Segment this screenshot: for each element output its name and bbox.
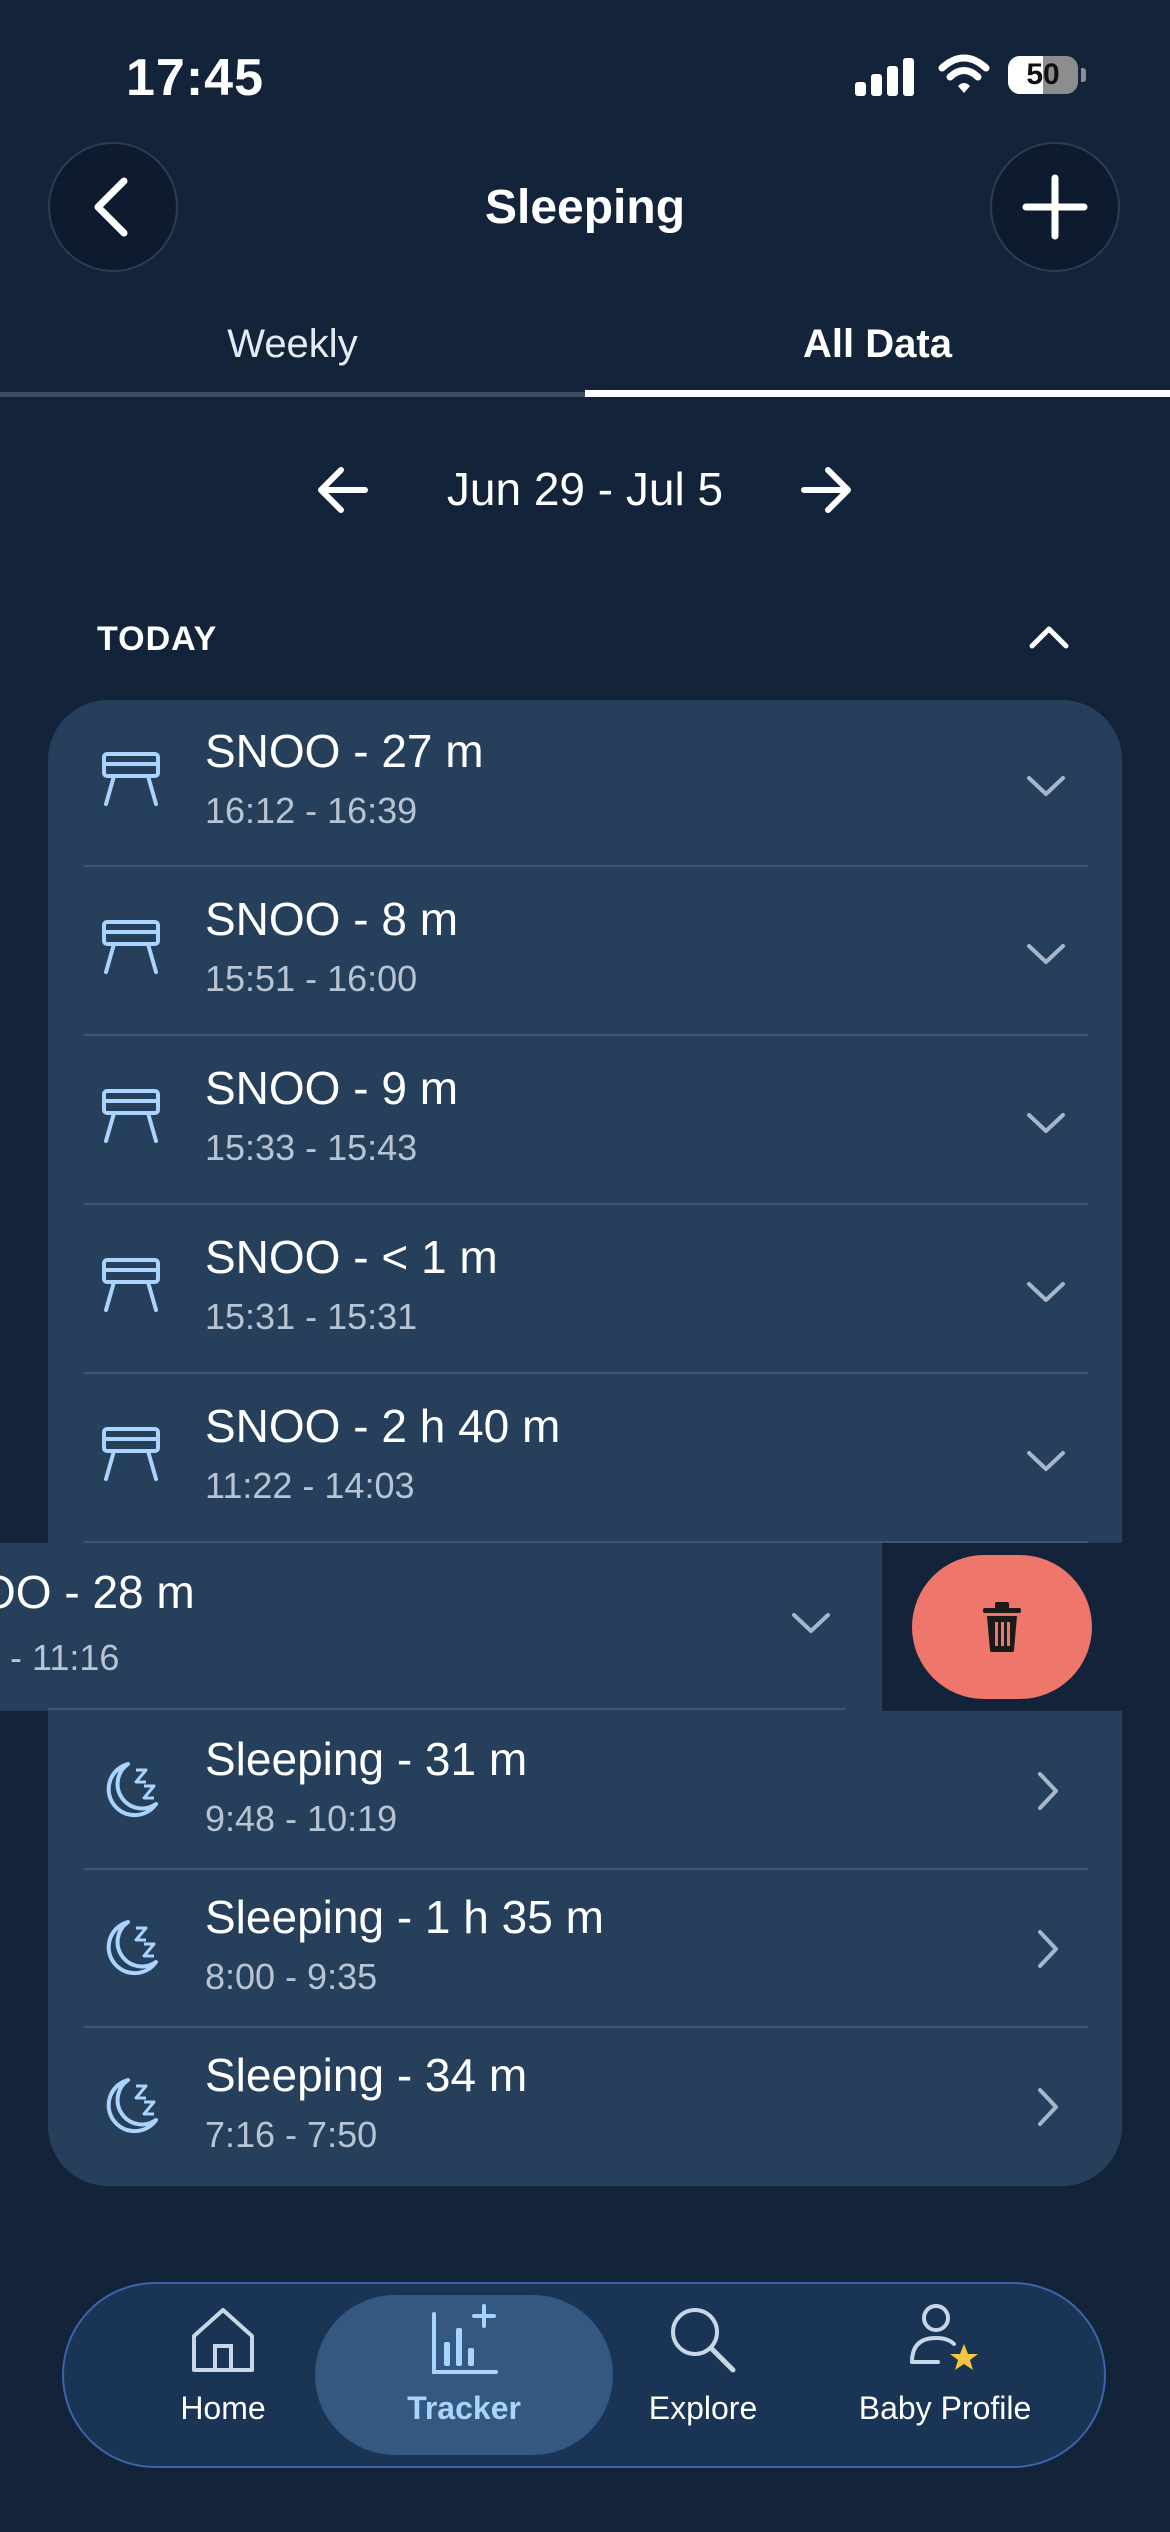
snoo-bassinet-icon xyxy=(102,1427,160,1481)
snoo-bassinet-icon xyxy=(102,1089,160,1143)
list-item[interactable]: SNOO - 9 m 15:33 - 15:43 xyxy=(48,1037,1122,1205)
list-item[interactable]: SNOO - 2 h 40 m 11:22 - 14:03 xyxy=(48,1375,1122,1543)
snoo-bassinet-icon xyxy=(102,752,160,806)
entry-title: SNOO - 8 m xyxy=(205,893,459,945)
divider xyxy=(84,1372,1088,1374)
status-time: 17:45 xyxy=(126,49,264,107)
nav-explore[interactable]: Explore xyxy=(578,2300,828,2427)
nav-label: Baby Profile xyxy=(858,2390,1032,2426)
battery-percent: 50 xyxy=(1026,58,1060,91)
entry-title: SNOO - 2 h 40 m xyxy=(205,1400,561,1452)
tab-all-data[interactable]: All Data xyxy=(585,322,1170,367)
list-item[interactable]: SNOO - < 1 m 15:31 - 15:31 xyxy=(48,1206,1122,1374)
moon-zzz-icon xyxy=(106,2078,158,2134)
entry-title: Sleeping - 31 m xyxy=(205,1733,528,1785)
next-week-button[interactable] xyxy=(798,462,854,523)
entry-time: 11:22 - 14:03 xyxy=(205,1465,415,1506)
tab-active-indicator xyxy=(585,390,1170,397)
divider xyxy=(84,1203,1088,1205)
nav-label: Tracker xyxy=(407,2390,521,2426)
chevron-right-icon[interactable] xyxy=(1036,2086,1060,2128)
entry-time: 15:31 - 15:31 xyxy=(205,1296,418,1337)
delete-action-area xyxy=(882,1543,1122,1711)
trash-icon xyxy=(983,1602,1021,1652)
swiped-item-content[interactable]: OO - 28 m 7 - 11:16 xyxy=(0,1543,882,1711)
tracker-chart-icon xyxy=(432,2304,498,2374)
baby-profile-icon xyxy=(910,2304,978,2370)
moon-zzz-icon xyxy=(106,1762,158,1818)
battery-indicator: 50 xyxy=(1008,56,1086,96)
entry-time: 15:51 - 16:00 xyxy=(205,958,418,999)
nav-label: Explore xyxy=(648,2390,758,2426)
entry-time: 9:48 - 10:19 xyxy=(205,1798,398,1839)
chevron-down-icon[interactable] xyxy=(1025,942,1067,966)
entry-title: Sleeping - 34 m xyxy=(205,2049,528,2101)
chevron-right-icon[interactable] xyxy=(1036,1770,1060,1812)
entry-time: 16:12 - 16:39 xyxy=(205,790,418,831)
entry-title: SNOO - 9 m xyxy=(205,1062,459,1114)
list-item[interactable]: SNOO - 8 m 15:51 - 16:00 xyxy=(48,868,1122,1036)
chevron-down-icon[interactable] xyxy=(1025,1280,1067,1304)
search-icon xyxy=(671,2308,736,2373)
tab-weekly[interactable]: Weekly xyxy=(0,322,585,367)
date-range: Jun 29 - Jul 5 xyxy=(446,463,724,515)
entry-time: 7 - 11:16 xyxy=(0,1637,120,1678)
nav-home[interactable]: Home xyxy=(98,2300,348,2427)
entry-title: SNOO - < 1 m xyxy=(205,1231,498,1283)
swiped-list-item[interactable]: OO - 28 m 7 - 11:16 xyxy=(0,1543,1122,1711)
list-item[interactable]: Sleeping - 1 h 35 m 8:00 - 9:35 xyxy=(48,1870,1122,2028)
divider xyxy=(48,1708,846,1710)
tab-underline xyxy=(0,392,585,397)
nav-tracker[interactable]: Tracker xyxy=(339,2300,589,2427)
add-entry-button[interactable] xyxy=(990,142,1120,272)
chevron-right-icon[interactable] xyxy=(1036,1928,1060,1970)
chevron-down-icon[interactable] xyxy=(1025,1449,1067,1473)
chevron-down-icon[interactable] xyxy=(1025,1111,1067,1135)
divider xyxy=(84,1034,1088,1036)
entry-time: 15:33 - 15:43 xyxy=(205,1127,418,1168)
entry-time: 7:16 - 7:50 xyxy=(205,2114,378,2155)
wifi-icon xyxy=(938,52,990,96)
entry-title: OO - 28 m xyxy=(0,1566,195,1618)
list-item[interactable]: Sleeping - 31 m 9:48 - 10:19 xyxy=(48,1712,1122,1870)
sleep-entries-card: SNOO - 27 m 16:12 - 16:39 SNOO - 8 m 15:… xyxy=(48,700,1122,2186)
section-title-today: TODAY xyxy=(97,620,218,658)
moon-zzz-icon xyxy=(106,1920,158,1976)
home-icon xyxy=(192,2308,254,2372)
chevron-up-icon xyxy=(1029,626,1069,649)
entry-time: 8:00 - 9:35 xyxy=(205,1956,378,1997)
collapse-section-button[interactable] xyxy=(1028,620,1070,657)
snoo-bassinet-icon xyxy=(102,1258,160,1312)
nav-label: Home xyxy=(180,2390,266,2426)
cellular-signal-icon xyxy=(855,56,915,96)
list-item[interactable]: Sleeping - 34 m 7:16 - 7:50 xyxy=(48,2028,1122,2186)
chevron-down-icon[interactable] xyxy=(1025,774,1067,798)
plus-icon xyxy=(1022,174,1088,240)
entry-title: SNOO - 27 m xyxy=(205,725,484,777)
entry-title: Sleeping - 1 h 35 m xyxy=(205,1891,604,1943)
delete-button[interactable] xyxy=(912,1555,1092,1699)
snoo-bassinet-icon xyxy=(102,920,160,974)
divider xyxy=(84,865,1088,867)
nav-baby-profile[interactable]: Baby Profile xyxy=(820,2300,1070,2427)
chevron-down-icon[interactable] xyxy=(790,1611,832,1635)
list-item[interactable]: SNOO - 27 m 16:12 - 16:39 xyxy=(48,700,1122,868)
arrow-right-icon xyxy=(801,467,851,513)
